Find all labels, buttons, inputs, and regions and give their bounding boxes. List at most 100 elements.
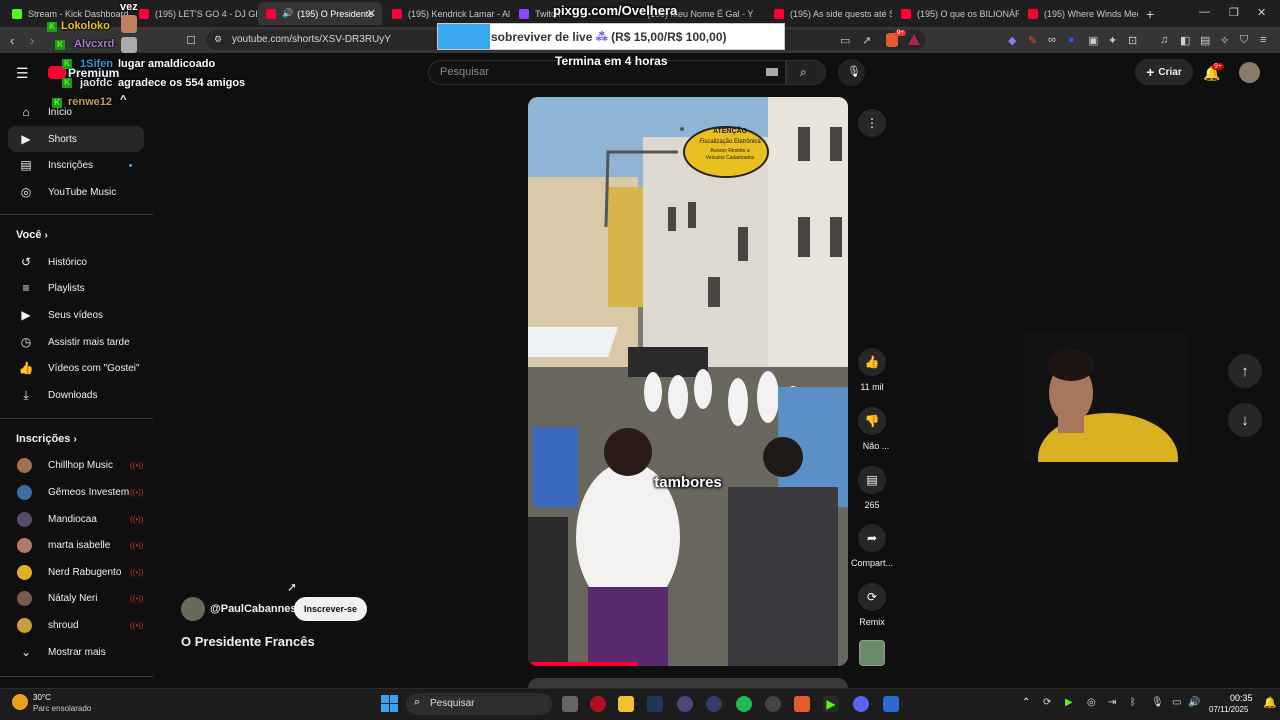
brave-rewards-icon[interactable]: [908, 34, 920, 45]
sidebar-sub-gemeos[interactable]: Gêmeos Investem ((•)): [8, 479, 144, 505]
tab-youtube-4[interactable]: (195) Kendrick Lamar - Alr: [384, 2, 510, 25]
comments-button[interactable]: ▤: [858, 466, 886, 494]
extension-2-icon[interactable]: ✎: [1028, 34, 1037, 47]
remix-button[interactable]: ⟳: [858, 583, 886, 611]
wallet-icon[interactable]: ▤: [1200, 34, 1210, 47]
app-icon[interactable]: [706, 696, 722, 712]
spotify-icon[interactable]: [736, 696, 752, 712]
new-tab-icon[interactable]: +: [1146, 6, 1154, 22]
sidebar-sub-marta[interactable]: marta isabelle ((•)): [8, 532, 144, 558]
minimize-icon[interactable]: —: [1199, 6, 1210, 18]
share-button[interactable]: ➦: [858, 524, 886, 552]
volume-icon[interactable]: 🔊: [1188, 697, 1200, 708]
sidebar-sub-nataly[interactable]: Nátaly Neri ((•)): [8, 585, 144, 611]
windows-start-icon[interactable]: [381, 695, 398, 712]
sidebar-item-playlists[interactable]: ≡ Playlists: [8, 275, 144, 301]
short-video-player[interactable]: ATENÇÃO Fiscalização Eletrônica Acesso R…: [528, 97, 848, 666]
bluetooth-icon[interactable]: ᛒ: [1130, 697, 1136, 708]
microphone-icon[interactable]: 🎙: [1151, 697, 1164, 708]
close-tab-icon[interactable]: ✕: [367, 7, 376, 20]
maximize-icon[interactable]: ❐: [1229, 6, 1239, 19]
subscriptions-section-header[interactable]: Inscrições ›: [16, 433, 77, 445]
channel-handle[interactable]: @PaulCabannes: [210, 603, 297, 615]
create-button[interactable]: + Criar: [1135, 59, 1193, 85]
task-view-icon[interactable]: [562, 696, 578, 712]
sidebar-sub-chillhop[interactable]: Chillhop Music ((•)): [8, 452, 144, 478]
sidebar-show-more[interactable]: ⌄ Mostrar mais: [8, 639, 144, 665]
tab-youtube-7[interactable]: (195) As side quests até S: [766, 2, 892, 25]
extension-3-icon[interactable]: ∞: [1048, 34, 1056, 46]
like-button[interactable]: 👍: [858, 348, 886, 376]
leo-icon[interactable]: ✧: [1220, 34, 1229, 47]
sidebar-item-liked-videos[interactable]: 👍 Vídeos com "Gostei": [8, 355, 144, 381]
search-button[interactable]: ⌕: [786, 60, 826, 85]
sidebar-sub-shroud[interactable]: shroud ((•)): [8, 612, 144, 638]
extension-4-icon[interactable]: ●: [1068, 34, 1075, 46]
tray-chevron-icon[interactable]: ⌃: [1022, 697, 1030, 708]
weather-temperature[interactable]: 30°C: [33, 693, 51, 702]
site-info-icon[interactable]: ⚙: [214, 34, 222, 45]
extensions-icon[interactable]: ✦: [1108, 34, 1117, 47]
next-short-button[interactable]: ↓: [1228, 403, 1262, 437]
network-icon[interactable]: ▭: [1172, 697, 1181, 708]
kick-taskbar-icon[interactable]: ▶: [823, 696, 839, 712]
sidebar-item-shorts[interactable]: ▶ Shorts: [8, 126, 144, 152]
sidebar-item-youtube-music[interactable]: ◎ YouTube Music: [8, 179, 144, 205]
sidebar-item-watch-later[interactable]: ◷ Assistir mais tarde: [8, 329, 144, 355]
sidebar-sub-mandiocaa[interactable]: Mandiocaa ((•)): [8, 506, 144, 532]
sidebar-item-your-videos[interactable]: ▶ Seus vídeos: [8, 302, 144, 328]
hamburger-menu-icon[interactable]: ☰: [16, 65, 29, 82]
bookmark-icon[interactable]: ☐: [186, 34, 196, 47]
tray-app-icon[interactable]: ⇥: [1108, 697, 1116, 708]
opera-icon[interactable]: [590, 696, 606, 712]
more-options-button[interactable]: ⋮: [858, 109, 886, 137]
menu-icon[interactable]: ≡: [1260, 34, 1266, 46]
channel-avatar[interactable]: [181, 597, 205, 621]
clock-date[interactable]: 07/11/2025: [1209, 705, 1248, 714]
tab-youtube-9[interactable]: (195) Where Winds Meet: [1020, 2, 1138, 25]
cast-icon[interactable]: ▭: [840, 34, 850, 47]
weather-description[interactable]: Parc ensolarado: [33, 704, 91, 713]
brave-taskbar-icon[interactable]: [794, 696, 810, 712]
account-avatar[interactable]: [1239, 62, 1260, 83]
keyboard-icon[interactable]: [766, 68, 778, 76]
sidebar-item-history[interactable]: ↺ Histórico: [8, 249, 144, 275]
extension-1-icon[interactable]: ◆: [1008, 34, 1016, 47]
short-title[interactable]: O Presidente Francês: [181, 634, 315, 649]
previous-short-button[interactable]: ↑: [1228, 354, 1262, 388]
file-explorer-icon[interactable]: [618, 696, 634, 712]
extension-5-icon[interactable]: ▣: [1088, 34, 1098, 47]
sidebar-sub-nerd-rabugento[interactable]: Nerd Rabugento ((•)): [8, 559, 144, 585]
tray-app-icon[interactable]: ⟳: [1043, 697, 1051, 708]
voice-search-button[interactable]: 🎙: [838, 59, 865, 86]
screenshot-icon[interactable]: ⊡: [1128, 34, 1137, 47]
forward-icon[interactable]: ›: [30, 33, 34, 48]
media-icon[interactable]: ♫: [1160, 34, 1168, 46]
notification-center-icon[interactable]: 🔔: [1263, 696, 1277, 709]
you-section-header[interactable]: Você ›: [16, 229, 48, 241]
obs-icon[interactable]: [677, 696, 693, 712]
app-icon[interactable]: [883, 696, 899, 712]
tray-kick-icon[interactable]: ▶: [1065, 697, 1073, 708]
sidebar-item-downloads[interactable]: ⤓ Downloads: [8, 382, 144, 408]
url-text[interactable]: youtube.com/shorts/XSV-DR3RUyY: [232, 34, 391, 45]
tab-youtube-2[interactable]: (195) LET'S GO 4 - DJ GBR: [131, 2, 257, 25]
dislike-button[interactable]: 👎: [858, 407, 886, 435]
back-icon[interactable]: ‹: [10, 33, 14, 48]
weather-icon[interactable]: [12, 694, 28, 710]
sidebar-item-subscriptions[interactable]: ▤ Inscrições: [8, 152, 144, 178]
steam-icon[interactable]: [647, 696, 663, 712]
discord-icon[interactable]: [853, 696, 869, 712]
close-window-icon[interactable]: ✕: [1257, 6, 1266, 19]
tab-active-youtube[interactable]: 🔊 (195) O Presidente ✕: [258, 2, 382, 25]
vpn-icon[interactable]: ⛉: [1240, 34, 1248, 47]
taskbar-search[interactable]: [406, 693, 552, 715]
audio-thumbnail[interactable]: [859, 640, 885, 666]
next-short-preview[interactable]: [528, 678, 848, 688]
share-page-icon[interactable]: ↗: [862, 34, 871, 47]
subscribe-button[interactable]: Inscrever-se: [294, 597, 367, 621]
app-icon[interactable]: [765, 696, 781, 712]
clock-time[interactable]: 00:35: [1230, 693, 1253, 703]
sidebar-icon[interactable]: ◧: [1180, 34, 1190, 47]
tray-app-icon[interactable]: ◎: [1087, 697, 1096, 708]
